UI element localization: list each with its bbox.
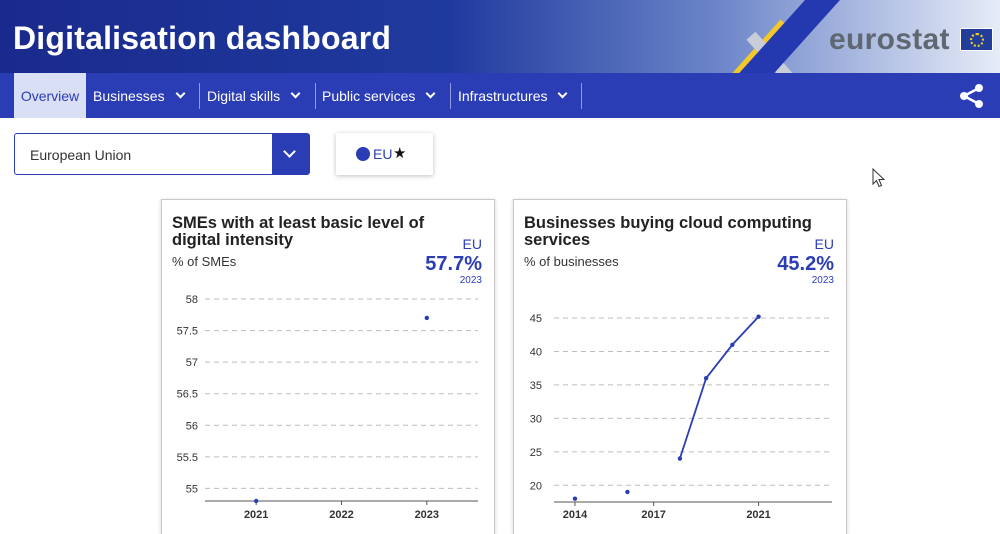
tab-label: Public services (322, 87, 416, 104)
nav-divider (450, 83, 451, 109)
x-tick-label: 2023 (415, 509, 439, 521)
eurostat-logo: eurostat (829, 23, 950, 56)
y-tick-label: 56.5 (177, 389, 198, 401)
chevron-down-icon (175, 88, 186, 99)
tab-businesses[interactable]: Businesses (93, 73, 186, 118)
indicator-card-sme-digital-intensity[interactable]: SMEs with at least basic level of digita… (161, 199, 495, 534)
x-tick-label: 2021 (244, 509, 268, 521)
cloud-computing-chart: 20 25 30 35 40 45 2014 2017 2021 (530, 313, 832, 521)
y-tick-label: 57.5 (177, 326, 198, 338)
legend-chip-eu[interactable]: EU ★ (336, 133, 433, 175)
eu-flag-icon (960, 28, 993, 51)
sme-digital-intensity-chart: 55 55.5 56 56.5 57 57.5 58 2021 2022 2023 (177, 294, 478, 521)
data-point (572, 496, 578, 501)
tab-overview[interactable]: Overview (14, 73, 86, 118)
y-tick-label: 20 (530, 480, 542, 492)
data-point (253, 498, 259, 504)
data-point (424, 315, 430, 321)
y-tick-label: 55.5 (177, 452, 198, 464)
y-tick-label: 57 (186, 357, 198, 369)
x-tick-label: 2022 (329, 509, 353, 521)
tab-label: Infrastructures (458, 87, 548, 104)
country-select-value: European Union (30, 147, 132, 163)
y-tick-label: 35 (530, 380, 542, 392)
chevron-down-icon (558, 88, 568, 99)
star-icon: ★ (393, 144, 407, 162)
y-tick-label: 45 (530, 313, 542, 325)
app-title: Digitalisation dashboard (13, 20, 392, 56)
tab-public-services[interactable]: Public services (322, 73, 436, 118)
data-point (703, 376, 709, 381)
nav-divider (581, 83, 582, 109)
y-tick-label: 58 (186, 294, 198, 306)
legend-dot-icon (356, 147, 370, 161)
share-icon[interactable] (958, 82, 986, 110)
indicator-card-cloud-computing[interactable]: Businesses buying cloud computing servic… (513, 199, 847, 534)
legend-label: EU (373, 146, 393, 162)
tab-label: Overview (20, 87, 80, 104)
country-select[interactable]: European Union (14, 133, 310, 175)
chevron-down-icon (283, 145, 296, 158)
data-point (756, 314, 761, 319)
mouse-cursor-icon (872, 168, 886, 188)
tab-digital-skills[interactable]: Digital skills (207, 73, 301, 118)
nav-divider (315, 83, 316, 109)
nav-divider (199, 83, 200, 109)
x-tick-label: 2014 (563, 509, 588, 521)
country-select-toggle[interactable] (272, 134, 309, 174)
x-tick-label: 2017 (641, 509, 665, 521)
chevron-down-icon (290, 88, 301, 99)
app-header: Digitalisation dashboard eurostat (0, 0, 1000, 73)
tab-label: Digital skills (207, 87, 281, 104)
y-tick-label: 55 (186, 483, 198, 495)
y-tick-label: 40 (530, 346, 542, 358)
y-tick-label: 25 (530, 447, 542, 459)
tab-infrastructures[interactable]: Infrastructures (458, 73, 568, 118)
y-tick-label: 56 (186, 420, 198, 432)
data-point (677, 456, 683, 461)
tab-label: Businesses (93, 87, 165, 104)
data-point (625, 489, 630, 495)
x-tick-label: 2021 (746, 509, 770, 521)
y-tick-label: 30 (530, 413, 542, 425)
main-navbar: Overview Businesses Digital skills Publi… (0, 73, 1000, 118)
data-point (730, 342, 735, 347)
series-line (679, 316, 760, 459)
chevron-down-icon (425, 88, 436, 99)
